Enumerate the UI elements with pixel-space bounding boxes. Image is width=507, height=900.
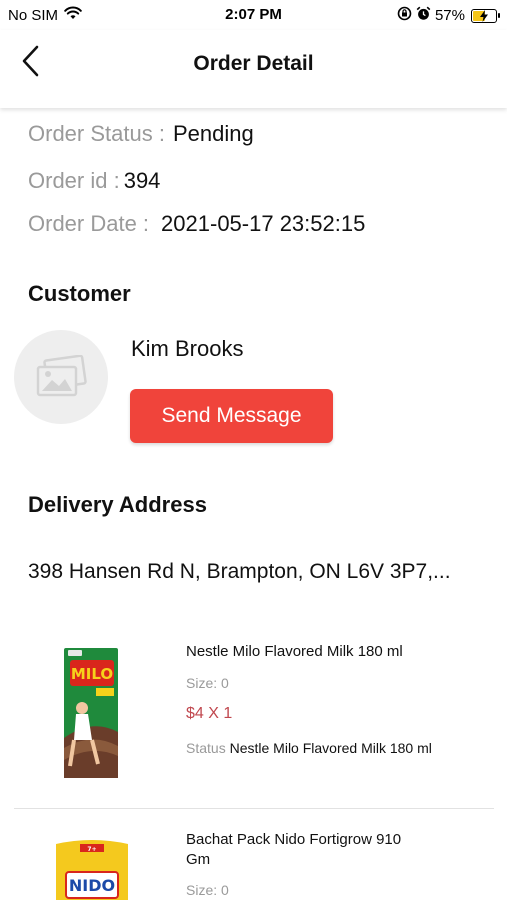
product-size-label: Size: [186,882,218,898]
customer-section-title: Customer [28,281,131,306]
product-image: 7+ NIDO [52,838,132,900]
product-status: Status Nestle Milo Flavored Milk 180 ml [186,740,432,756]
alarm-icon [416,6,431,25]
page-title: Order Detail [193,52,314,75]
divider [14,808,494,809]
product-status-label: Status [186,740,226,756]
order-status-label: Order Status : [28,121,165,146]
battery-percent: 57% [434,7,465,24]
product-size-label: Size: [186,675,218,691]
svg-text:NIDO: NIDO [69,876,115,895]
order-status-row: Order Status : Pending [28,121,254,147]
order-status-value: Pending [172,121,254,146]
product-name: Nestle Milo Flavored Milk 180 ml [186,643,403,660]
order-date-value: 2021-05-17 23:52:15 [161,211,366,236]
product-size-value: 0 [221,882,229,898]
product-size-value: 0 [221,675,229,691]
delivery-section-title: Delivery Address [28,492,207,517]
avatar [14,330,108,424]
product-name: Bachat Pack Nido Fortigrow 910 Gm [186,831,402,868]
product-status-value: Nestle Milo Flavored Milk 180 ml [229,740,432,756]
status-right: 57% [397,6,500,25]
product-image: MILO [62,648,122,783]
image-placeholder-icon [36,355,87,397]
lock-rotation-icon [397,6,412,25]
order-id-row: Order id : 394 [28,168,160,194]
svg-text:MILO: MILO [71,665,113,683]
product-price: $4 X 1 [186,705,233,722]
product-size: Size: 0 [186,675,229,691]
order-id-value: 394 [123,168,161,193]
battery-charging-icon [471,8,500,23]
send-message-button[interactable]: Send Message [130,389,333,443]
order-id-label: Order id : [28,168,120,193]
delivery-address: 398 Hansen Rd N, Brampton, ON L6V 3P7,..… [28,560,451,583]
order-date-row: Order Date : 2021-05-17 23:52:15 [28,211,365,237]
order-date-label: Order Date : [28,211,150,236]
customer-name: Kim Brooks [131,336,244,361]
svg-text:7+: 7+ [87,846,96,853]
app-header: Order Detail [0,30,507,108]
status-bar: No SIM 2:07 PM 57% [0,0,507,30]
product-size: Size: 0 [186,882,229,898]
